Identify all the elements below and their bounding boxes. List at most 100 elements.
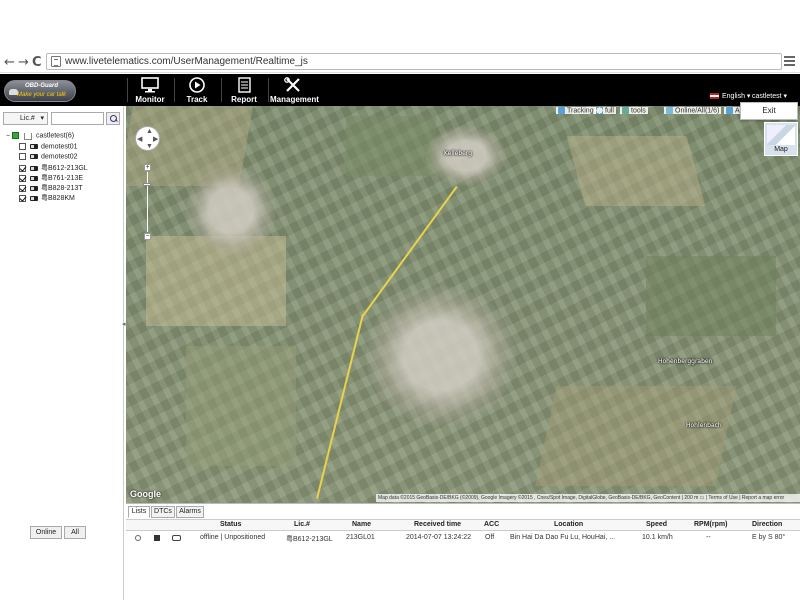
group-checkbox[interactable] xyxy=(12,132,20,139)
collapse-icon[interactable]: − xyxy=(6,132,10,139)
username: castletest xyxy=(752,93,782,100)
pan-right-icon[interactable]: ▶ xyxy=(153,136,158,143)
vehicle-checkbox[interactable] xyxy=(19,164,26,172)
forward-icon[interactable]: → xyxy=(18,55,29,70)
nav-divider xyxy=(268,78,269,102)
pan-up-icon[interactable]: ▲ xyxy=(146,128,153,135)
back-icon[interactable]: ← xyxy=(4,55,15,70)
vehicle-checkbox[interactable] xyxy=(19,174,26,182)
language-selector[interactable]: English ▾ xyxy=(710,92,750,100)
page-icon xyxy=(51,56,61,67)
vehicle-list-panel: Lists DTCs Alarms Status Lic.# Name Rece… xyxy=(126,503,800,600)
search-field-select[interactable]: Lic.# xyxy=(3,112,48,125)
vehicle-icon xyxy=(30,185,38,191)
vehicle-item[interactable]: 粤B612-213GL xyxy=(19,163,88,173)
sidebar-collapse-icon[interactable]: ◂ xyxy=(122,320,126,328)
vehicle-item[interactable]: 粤B828-213T xyxy=(19,183,83,193)
tools-menu[interactable]: tools xyxy=(620,107,648,115)
tab-lists[interactable]: Lists xyxy=(128,506,150,518)
vehicle-item[interactable]: 粤B761-213E xyxy=(19,173,83,183)
online-all-counter[interactable]: Online/All(1/6) xyxy=(664,107,722,115)
fullscreen-button[interactable]: full xyxy=(594,107,616,115)
pan-left-icon[interactable]: ◀ xyxy=(137,136,142,143)
vehicle-checkbox[interactable] xyxy=(19,143,26,150)
vehicle-icon xyxy=(30,165,38,171)
vehicle-icon xyxy=(30,154,38,159)
zoom-out-button[interactable]: − xyxy=(144,233,151,240)
vehicle-item[interactable]: demotest02 xyxy=(19,153,78,160)
flag-icon xyxy=(710,93,719,100)
vehicle-checkbox[interactable] xyxy=(19,194,26,202)
pan-control[interactable]: ▲ ▼ ◀ ▶ xyxy=(135,126,160,151)
tab-dtcs[interactable]: DTCs xyxy=(151,506,175,518)
car-icon[interactable] xyxy=(172,535,181,541)
zoom-slider[interactable] xyxy=(147,172,148,232)
google-logo: Google xyxy=(130,489,161,499)
column-header[interactable]: Status xyxy=(220,521,241,528)
column-header[interactable]: Lic.# xyxy=(294,521,310,528)
alarm-icon xyxy=(726,107,733,114)
table-row[interactable]: offline | Unpositioned 粤B612-213GL 213GL… xyxy=(126,532,800,544)
vehicle-item[interactable]: 粤B828KM xyxy=(19,193,75,203)
home-icon xyxy=(24,133,32,140)
tracking-icon xyxy=(558,107,565,114)
column-header[interactable]: Speed xyxy=(646,521,667,528)
phone-icon[interactable] xyxy=(154,535,160,541)
vehicle-label: 粤B612-213GL xyxy=(41,165,88,172)
tab-alarms[interactable]: Alarms xyxy=(176,506,204,518)
browser-toolbar: ← → C www.livetelematics.com/UserManagem… xyxy=(0,0,800,73)
vehicle-item[interactable]: demotest01 xyxy=(19,143,78,150)
vehicle-label: 粤B761-213E xyxy=(41,175,84,182)
vehicle-label: 粤B828KM xyxy=(41,195,75,202)
map-field xyxy=(346,116,436,176)
address-bar[interactable]: www.livetelematics.com/UserManagement/Re… xyxy=(46,53,782,70)
acc-cell: Off xyxy=(485,534,495,541)
column-header[interactable]: Direction xyxy=(752,521,782,528)
zoom-in-button[interactable]: + xyxy=(144,164,151,171)
place-label: Hohlenbach xyxy=(686,422,722,429)
exit-button[interactable]: Exit xyxy=(740,102,798,120)
logo-line1: OBD-Guard xyxy=(25,83,58,89)
name-cell: 213GL01 xyxy=(346,534,375,541)
online-button[interactable]: Online xyxy=(30,526,62,539)
nav-report[interactable]: Report xyxy=(221,74,267,106)
column-header[interactable]: Name xyxy=(352,521,371,528)
all-button[interactable]: All xyxy=(64,526,86,539)
vehicle-label: demotest01 xyxy=(41,143,78,151)
town-area xyxy=(186,166,276,256)
map-field xyxy=(646,256,776,336)
user-menu[interactable]: castletest ▾ xyxy=(752,92,787,100)
vehicle-checkbox[interactable] xyxy=(19,153,26,160)
nav-track[interactable]: Track xyxy=(174,74,220,106)
nav-track-label: Track xyxy=(186,95,208,104)
map-thumbnail xyxy=(767,125,795,145)
tracking-button[interactable]: Tracking xyxy=(556,107,596,115)
nav-monitor-label: Monitor xyxy=(135,95,165,104)
monitor-icon xyxy=(141,77,159,93)
pan-down-icon[interactable]: ▼ xyxy=(146,143,153,150)
browser-menu-icon[interactable] xyxy=(784,56,795,67)
url-text[interactable]: www.livetelematics.com/UserManagement/Re… xyxy=(65,56,308,67)
vehicle-checkbox[interactable] xyxy=(19,184,26,192)
satellite-map[interactable]: Kelleberg Hohenberggraben Hohlenbach xyxy=(126,106,800,503)
tree-root[interactable]: − castletest(6) xyxy=(6,132,74,140)
nav-management-label: Management xyxy=(270,95,319,104)
locate-icon[interactable] xyxy=(135,535,141,541)
map-field xyxy=(566,136,706,206)
column-header[interactable]: ACC xyxy=(484,521,499,528)
cloud-icon xyxy=(666,107,673,114)
column-header[interactable]: Location xyxy=(554,521,583,528)
column-header[interactable]: RPM(rpm) xyxy=(694,521,727,528)
column-header[interactable]: Received time xyxy=(414,521,461,528)
nav-management[interactable]: Management xyxy=(270,74,319,106)
search-button[interactable] xyxy=(106,112,120,125)
logo: OBD-Guard Make your car talk xyxy=(4,80,76,102)
search-input[interactable] xyxy=(51,112,104,125)
map-type-toggle[interactable]: Map xyxy=(764,122,798,156)
zoom-slider-thumb[interactable] xyxy=(143,183,151,186)
nav-monitor[interactable]: Monitor xyxy=(127,74,173,106)
reload-icon[interactable]: C xyxy=(32,55,42,70)
vehicle-sidebar: Lic.# − castletest(6) demotest01 demotes… xyxy=(0,106,124,600)
tools-icon xyxy=(284,77,300,92)
play-icon xyxy=(189,77,205,93)
